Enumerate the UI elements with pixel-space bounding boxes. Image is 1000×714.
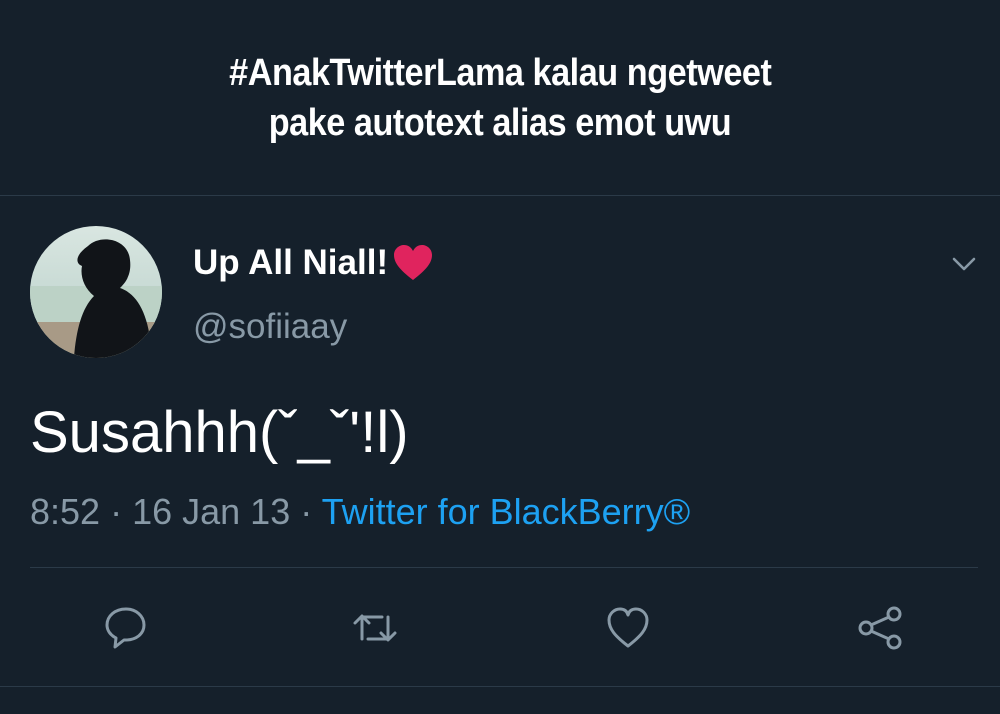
divider [30,567,978,568]
bottom-divider [0,686,1000,687]
caption-line-1: #AnakTwitterLama kalau ngetweet [228,51,772,94]
meta-separator: · [290,491,322,532]
caption-line-2: pake autotext alias emot uwu [268,101,732,144]
tweet-source-link[interactable]: Twitter for BlackBerry® [322,491,691,532]
tweet-metadata: 8:52 · 16 Jan 13 · Twitter for BlackBerr… [30,490,690,534]
tweet-time: 8:52 [30,491,101,532]
retweet-icon[interactable] [352,605,398,651]
chevron-down-icon[interactable] [950,250,978,278]
like-icon[interactable] [605,605,651,651]
display-name[interactable]: Up All Niall! [193,243,434,283]
avatar[interactable] [30,226,162,358]
meme-caption: #AnakTwitterLama kalau ngetweet pake aut… [0,0,1000,196]
tweet-text: Susahhh(ˇ_ˇ'!l) [30,400,409,465]
meta-separator: · [100,491,133,532]
display-name-text: Up All Niall! [193,243,389,282]
share-icon[interactable] [857,605,903,651]
reply-icon[interactable] [103,605,149,651]
avatar-silhouette [30,239,162,358]
user-handle[interactable]: @sofiiaay [193,307,347,347]
tweet-date[interactable]: 16 Jan 13 [132,491,290,532]
heart-icon [392,244,434,282]
